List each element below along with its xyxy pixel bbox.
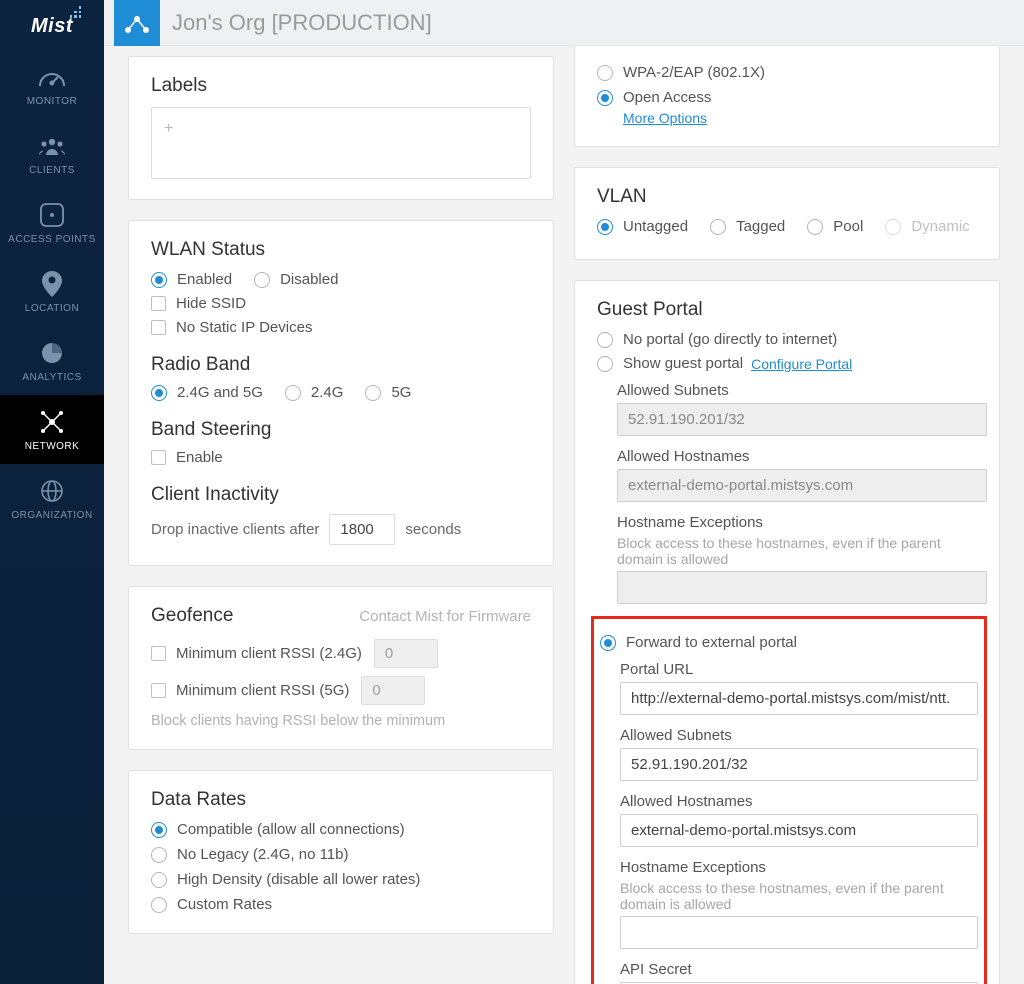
guest-forward-external-radio[interactable]: Forward to external portal xyxy=(600,634,978,651)
panel-security: WPA-2/EAP (802.1X) Open Access More Opti… xyxy=(574,46,1000,147)
globe-icon xyxy=(37,478,67,504)
security-open-radio[interactable]: Open Access xyxy=(597,89,977,106)
security-more-link[interactable]: More Options xyxy=(623,110,707,126)
band-steering-title: Band Steering xyxy=(151,419,531,441)
rssi-5g-input xyxy=(361,676,425,705)
hide-ssid-checkbox[interactable]: Hide SSID xyxy=(151,295,531,312)
forward-external-portal-box: Forward to external portal Portal URL Al… xyxy=(591,616,987,984)
nav-analytics-label: ANALYTICS xyxy=(22,372,81,383)
nav-analytics[interactable]: ANALYTICS xyxy=(0,326,104,395)
nav-monitor[interactable]: MONITOR xyxy=(0,50,104,119)
brand-text: Mist xyxy=(31,15,73,37)
data-rates-custom[interactable]: Custom Rates xyxy=(151,896,531,913)
vlan-tagged-radio[interactable]: Tagged xyxy=(710,218,785,235)
data-rates-compatible[interactable]: Compatible (allow all connections) xyxy=(151,821,531,838)
access-point-icon xyxy=(37,202,67,228)
allowed-subnets-input-2[interactable] xyxy=(620,748,978,781)
band-steering-enable-checkbox[interactable]: Enable xyxy=(151,449,531,466)
radio-band-both[interactable]: 2.4G and 5G xyxy=(151,384,263,401)
panel-vlan: VLAN Untagged Tagged Pool Dynamic xyxy=(574,167,1000,260)
nav-organization[interactable]: ORGANIZATION xyxy=(0,464,104,533)
vlan-dynamic-radio: Dynamic xyxy=(885,218,969,235)
data-rates-title: Data Rates xyxy=(151,789,531,811)
allowed-subnets-label-2: Allowed Subnets xyxy=(620,727,978,744)
brand-logo: Mist xyxy=(31,16,73,36)
add-label-icon[interactable]: + xyxy=(164,120,173,138)
nav-location[interactable]: LOCATION xyxy=(0,257,104,326)
client-inactivity-title: Client Inactivity xyxy=(151,484,531,506)
data-rates-no-legacy[interactable]: No Legacy (2.4G, no 11b) xyxy=(151,846,531,863)
hostname-exceptions-hint-2: Block access to these hostnames, even if… xyxy=(620,880,978,912)
nav-clients-label: CLIENTS xyxy=(29,165,75,176)
geofence-title: Geofence xyxy=(151,605,233,627)
rssi-24g-input xyxy=(374,639,438,668)
nav-network-label: NETWORK xyxy=(25,441,80,452)
topbar: Jon's Org [PRODUCTION] xyxy=(104,0,1024,46)
panel-labels: Labels + xyxy=(128,56,554,200)
panel-geofence: Geofence Contact Mist for Firmware Minim… xyxy=(128,586,554,750)
wlan-status-title: WLAN Status xyxy=(151,239,531,261)
hostname-exceptions-input-1 xyxy=(617,571,987,604)
users-icon xyxy=(37,133,67,159)
wlan-disabled-radio[interactable]: Disabled xyxy=(254,271,338,288)
portal-url-label: Portal URL xyxy=(620,661,978,678)
configure-portal-link[interactable]: Configure Portal xyxy=(751,356,852,372)
radio-band-title: Radio Band xyxy=(151,354,531,376)
radio-band-24g[interactable]: 2.4G xyxy=(285,384,344,401)
labels-title: Labels xyxy=(151,75,531,97)
no-static-ip-checkbox[interactable]: No Static IP Devices xyxy=(151,319,531,336)
allowed-hostnames-input-2[interactable] xyxy=(620,814,978,847)
guest-show-portal-radio[interactable]: Show guest portal xyxy=(597,355,743,372)
allowed-subnets-input-1 xyxy=(617,403,987,436)
hostname-exceptions-hint-1: Block access to these hostnames, even if… xyxy=(617,535,987,567)
guest-portal-title: Guest Portal xyxy=(597,299,987,321)
location-pin-icon xyxy=(37,271,67,297)
labels-box[interactable]: + xyxy=(151,107,531,179)
vlan-untagged-radio[interactable]: Untagged xyxy=(597,218,688,235)
panel-guest-portal: Guest Portal No portal (go directly to i… xyxy=(574,280,1000,984)
allowed-hostnames-label-1: Allowed Hostnames xyxy=(617,448,987,465)
page-title: Jon's Org [PRODUCTION] xyxy=(172,10,432,36)
client-inactivity-prefix: Drop inactive clients after xyxy=(151,521,319,538)
pie-chart-icon xyxy=(37,340,67,366)
network-icon xyxy=(37,409,67,435)
panel-wlan: WLAN Status Enabled Disabled Hide SSID N… xyxy=(128,220,554,566)
rssi-24g-checkbox[interactable]: Minimum client RSSI (2.4G) xyxy=(151,645,362,662)
nav-location-label: LOCATION xyxy=(25,303,79,314)
hostname-exceptions-label-2: Hostname Exceptions xyxy=(620,859,978,876)
geofence-contact: Contact Mist for Firmware xyxy=(359,608,531,625)
allowed-hostnames-label-2: Allowed Hostnames xyxy=(620,793,978,810)
org-icon[interactable] xyxy=(114,0,160,46)
portal-url-input[interactable] xyxy=(620,682,978,715)
nav-network[interactable]: NETWORK xyxy=(0,395,104,464)
vlan-title: VLAN xyxy=(597,186,977,208)
left-column: Labels + WLAN Status Enabled Disabled Hi… xyxy=(128,56,554,984)
rssi-5g-checkbox[interactable]: Minimum client RSSI (5G) xyxy=(151,682,349,699)
vlan-pool-radio[interactable]: Pool xyxy=(807,218,863,235)
guest-no-portal-radio[interactable]: No portal (go directly to internet) xyxy=(597,331,987,348)
nav-access-points[interactable]: ACCESS POINTS xyxy=(0,188,104,257)
geofence-hint: Block clients having RSSI below the mini… xyxy=(151,713,531,729)
client-inactivity-input[interactable] xyxy=(329,514,395,545)
nav-clients[interactable]: CLIENTS xyxy=(0,119,104,188)
security-wpa2eap-radio[interactable]: WPA-2/EAP (802.1X) xyxy=(597,64,977,81)
nav-aps-label: ACCESS POINTS xyxy=(8,234,96,245)
api-secret-label: API Secret xyxy=(620,961,978,978)
allowed-hostnames-input-1 xyxy=(617,469,987,502)
hostname-exceptions-label-1: Hostname Exceptions xyxy=(617,514,987,531)
right-column: WPA-2/EAP (802.1X) Open Access More Opti… xyxy=(574,56,1000,984)
allowed-subnets-label-1: Allowed Subnets xyxy=(617,382,987,399)
nav-organization-label: ORGANIZATION xyxy=(11,510,92,521)
hostname-exceptions-input-2[interactable] xyxy=(620,916,978,949)
data-rates-high-density[interactable]: High Density (disable all lower rates) xyxy=(151,871,531,888)
sidebar: Mist MONITOR CLIENTS ACCESS POINTS xyxy=(0,0,104,984)
nav-monitor-label: MONITOR xyxy=(27,96,78,107)
gauge-icon xyxy=(37,64,67,90)
radio-band-5g[interactable]: 5G xyxy=(365,384,411,401)
wlan-enabled-radio[interactable]: Enabled xyxy=(151,271,232,288)
panel-data-rates: Data Rates Compatible (allow all connect… xyxy=(128,770,554,934)
client-inactivity-suffix: seconds xyxy=(405,521,461,538)
